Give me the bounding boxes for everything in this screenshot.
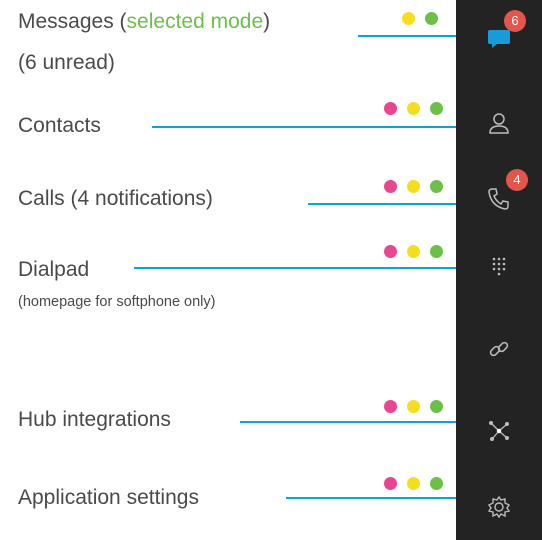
calls-callout-label: Calls (4 notifications)	[18, 187, 213, 210]
status-dot-pink	[384, 477, 397, 490]
sidebar-item-contacts[interactable]	[486, 110, 512, 136]
settings-callout-label: Application settings	[18, 486, 199, 509]
status-dot-pink	[384, 245, 397, 258]
link-icon	[489, 341, 509, 357]
settings-gear-icon	[487, 495, 511, 519]
messages-unread-count: (6 unread)	[18, 51, 115, 74]
hub-integrations-icon	[489, 421, 509, 441]
app-sidebar: 6 4	[456, 0, 542, 540]
sidebar-item-link[interactable]	[486, 336, 512, 362]
contacts-callout-label: Contacts	[18, 114, 101, 137]
contacts-icon	[489, 113, 509, 134]
sidebar-item-dialpad[interactable]	[486, 254, 512, 280]
status-dot-green	[430, 102, 443, 115]
messages-unread-badge: 6	[504, 10, 526, 32]
status-dot-pink	[384, 180, 397, 193]
sidebar-item-settings[interactable]	[486, 494, 512, 520]
status-dot-yellow	[407, 180, 420, 193]
dialpad-connector-line	[134, 267, 494, 269]
sidebar-item-hub-integrations[interactable]	[486, 418, 512, 444]
dialpad-callout-label: Dialpad	[18, 258, 90, 281]
status-dot-yellow	[402, 12, 415, 25]
sidebar-item-calls[interactable]	[486, 186, 512, 212]
calls-icon	[488, 188, 509, 210]
status-dot-yellow	[407, 245, 420, 258]
status-dot-pink	[384, 102, 397, 115]
contacts-connector-line	[152, 126, 494, 128]
selected-mode-text: selected mode	[126, 10, 264, 33]
status-dot-green	[430, 180, 443, 193]
status-dot-pink	[384, 400, 397, 413]
dialpad-callout-note: (homepage for softphone only)	[18, 294, 216, 310]
status-dot-yellow	[407, 102, 420, 115]
hub-callout-label: Hub integrations	[18, 408, 171, 431]
status-dot-green	[425, 12, 438, 25]
status-dot-green	[430, 477, 443, 490]
status-dot-green	[430, 400, 443, 413]
messages-callout-label: Messages (selected mode)	[18, 10, 271, 33]
status-dot-yellow	[407, 477, 420, 490]
dialpad-icon	[492, 257, 506, 276]
status-dot-yellow	[407, 400, 420, 413]
status-dot-green	[430, 245, 443, 258]
calls-notification-badge: 4	[506, 169, 528, 191]
